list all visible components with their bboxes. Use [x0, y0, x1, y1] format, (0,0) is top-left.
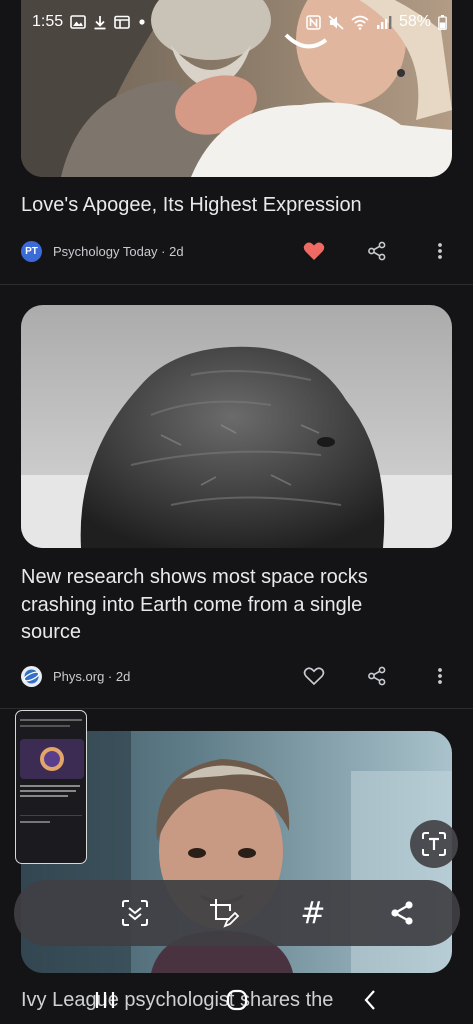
thumb-line — [20, 785, 80, 787]
share-screenshot-button[interactable] — [384, 895, 420, 931]
share-button[interactable] — [364, 238, 390, 264]
scroll-capture-icon — [122, 900, 148, 926]
crop-edit-button[interactable] — [206, 895, 242, 931]
psychology-today-logo-icon: PT — [21, 240, 42, 262]
status-bar: 1:55 58% — [0, 0, 473, 44]
extract-text-button[interactable] — [410, 820, 458, 868]
text-scan-icon — [422, 832, 446, 856]
thumb-line — [20, 821, 50, 823]
navigation-bar — [0, 976, 473, 1024]
like-button[interactable] — [301, 663, 327, 689]
like-button[interactable] — [301, 238, 327, 264]
more-options-button[interactable] — [427, 663, 453, 689]
download-icon — [93, 15, 107, 30]
more-vert-icon — [438, 243, 442, 259]
thumb-image — [20, 739, 84, 779]
article-image[interactable] — [21, 305, 452, 548]
screenshot-toolbar: # — [14, 880, 460, 946]
article-title[interactable]: New research shows most space rocks cras… — [21, 564, 421, 647]
heart-filled-icon — [303, 242, 325, 260]
screenshot-thumbnail[interactable] — [15, 710, 87, 864]
notification-dot-icon — [137, 17, 147, 27]
thumb-line — [20, 815, 82, 816]
article-source[interactable]: Phys.org · 2d — [53, 669, 130, 684]
tag-button[interactable]: # — [295, 895, 331, 931]
battery-icon — [438, 14, 447, 30]
article-card[interactable]: New research shows most space rocks cras… — [0, 285, 473, 709]
home-button[interactable] — [217, 980, 257, 1020]
back-icon — [364, 990, 375, 1010]
share-icon — [368, 241, 386, 261]
thumb-line — [20, 725, 70, 727]
calendar-icon — [114, 15, 130, 29]
thumb-line — [20, 790, 76, 792]
crop-edit-icon — [210, 899, 240, 928]
share-icon — [368, 666, 386, 686]
signal-icon — [376, 15, 392, 29]
heart-outline-icon — [303, 667, 325, 686]
battery-percent: 58% — [398, 13, 431, 30]
article-meta: Phys.org · 2d — [21, 663, 452, 689]
mute-icon — [328, 14, 344, 30]
recents-icon — [95, 992, 115, 1008]
phys-org-logo-icon — [21, 665, 42, 687]
more-vert-icon — [438, 668, 442, 684]
hashtag-icon: # — [300, 895, 326, 931]
thumb-line — [20, 795, 68, 797]
share-button[interactable] — [364, 663, 390, 689]
thumb-line — [20, 719, 82, 721]
gallery-icon — [70, 15, 86, 29]
share-icon — [391, 901, 413, 925]
more-options-button[interactable] — [427, 238, 453, 264]
home-icon — [226, 989, 248, 1011]
wifi-icon — [351, 15, 369, 30]
article-source[interactable]: Psychology Today · 2d — [53, 244, 184, 259]
article-meta: PT Psychology Today · 2d — [21, 238, 452, 264]
status-time: 1:55 — [32, 13, 64, 30]
nfc-icon — [306, 14, 321, 30]
article-title[interactable]: Love's Apogee, Its Highest Expression — [21, 192, 441, 220]
back-button[interactable] — [350, 980, 390, 1020]
recent-apps-button[interactable] — [85, 980, 125, 1020]
scroll-capture-button[interactable] — [117, 895, 153, 931]
